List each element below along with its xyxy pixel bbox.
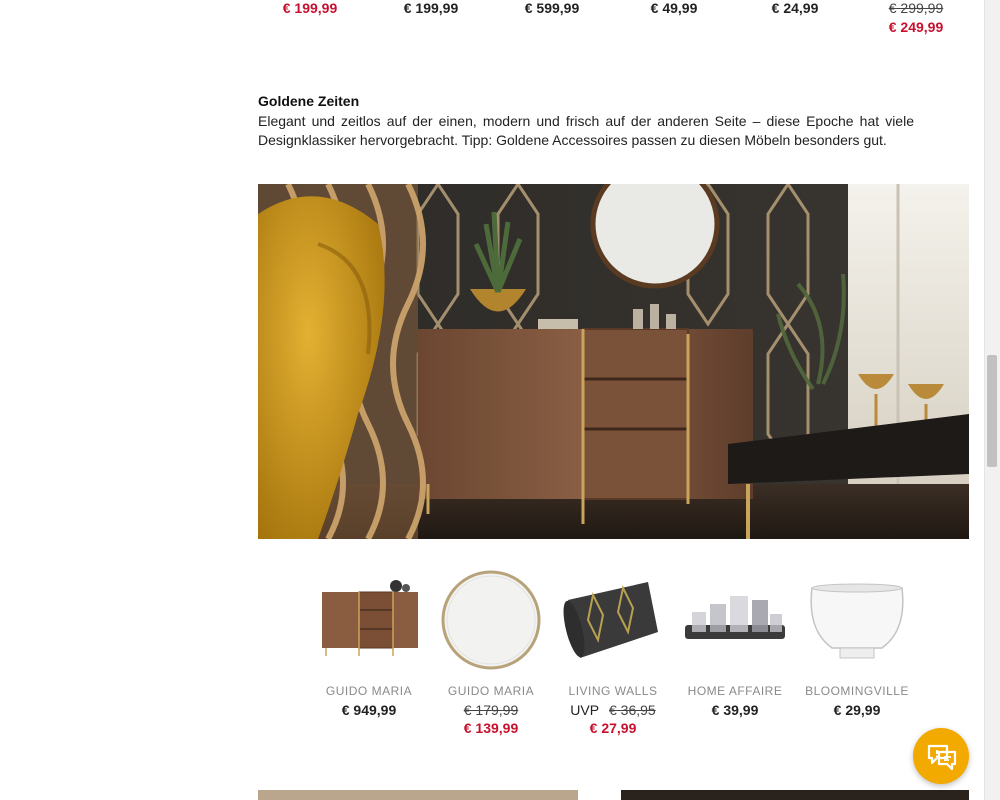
price-cell-3: € 599,99 <box>492 0 612 19</box>
tealight-holders-icon <box>685 596 785 639</box>
page-scrollbar[interactable] <box>984 0 1000 800</box>
product-list: GUIDO MARIA € 949,99 GUIDO MARIA € 179,9… <box>308 570 928 750</box>
section-title: Goldene Zeiten <box>258 93 360 109</box>
old-price: € 179,99 <box>463 702 519 718</box>
previous-products-price-row: € 199,99 € 199,99 € 599,99 € 49,99 € 24,… <box>250 0 970 40</box>
sideboard-icon <box>322 580 418 656</box>
round-mirror-icon <box>441 570 541 670</box>
old-price-row: UVP € 36,95 <box>552 702 674 718</box>
sale-price: € 249,99 <box>888 19 944 35</box>
sale-price: € 199,99 <box>282 0 338 16</box>
uvp-label: UVP <box>570 702 600 718</box>
product-brand: HOME AFFAIRE <box>687 684 783 698</box>
price-cell-4: € 49,99 <box>614 0 734 19</box>
product-price: € 29,99 <box>833 702 881 718</box>
price-cell-1: € 199,99 <box>250 0 370 19</box>
next-section-image-left[interactable] <box>258 790 578 800</box>
price-cell-2: € 199,99 <box>371 0 491 19</box>
interior-scene-illustration <box>258 184 969 539</box>
chat-help-button[interactable] <box>913 728 969 784</box>
old-price: € 299,99 <box>888 0 944 16</box>
scrollbar-thumb[interactable] <box>987 355 997 467</box>
old-price: € 36,95 <box>608 702 656 718</box>
product-card-mirror[interactable]: GUIDO MARIA € 179,99 € 139,99 <box>430 570 552 736</box>
white-bowl-icon <box>810 583 904 659</box>
price: € 49,99 <box>650 0 698 16</box>
product-price: € 39,99 <box>711 702 759 718</box>
sale-price: € 139,99 <box>463 720 519 736</box>
sale-price: € 27,99 <box>589 720 637 736</box>
section-description: Elegant und zeitlos auf der einen, moder… <box>258 113 914 148</box>
product-price: € 949,99 <box>341 702 397 718</box>
interior-hero-image[interactable] <box>258 184 969 539</box>
product-card-wallpaper[interactable]: LIVING WALLS UVP € 36,95 € 27,99 <box>552 570 674 736</box>
chat-bubble-icon <box>927 744 957 771</box>
price-cell-5: € 24,99 <box>735 0 855 19</box>
product-brand: GUIDO MARIA <box>447 684 535 698</box>
product-brand: BLOOMINGVILLE <box>805 684 909 698</box>
product-card-bowl[interactable]: BLOOMINGVILLE € 29,99 <box>796 570 918 718</box>
wallpaper-roll-icon <box>563 582 658 658</box>
old-price-row: € 179,99 <box>430 702 552 718</box>
price: € 24,99 <box>771 0 819 16</box>
price-cell-6: € 299,99 € 249,99 <box>856 0 976 38</box>
next-section-image-right[interactable] <box>621 790 969 800</box>
product-brand: GUIDO MARIA <box>325 684 413 698</box>
product-brand: LIVING WALLS <box>568 684 658 698</box>
product-card-sideboard[interactable]: GUIDO MARIA € 949,99 <box>308 570 430 718</box>
price: € 599,99 <box>524 0 580 16</box>
product-card-tealights[interactable]: HOME AFFAIRE € 39,99 <box>674 570 796 718</box>
price: € 199,99 <box>403 0 459 16</box>
